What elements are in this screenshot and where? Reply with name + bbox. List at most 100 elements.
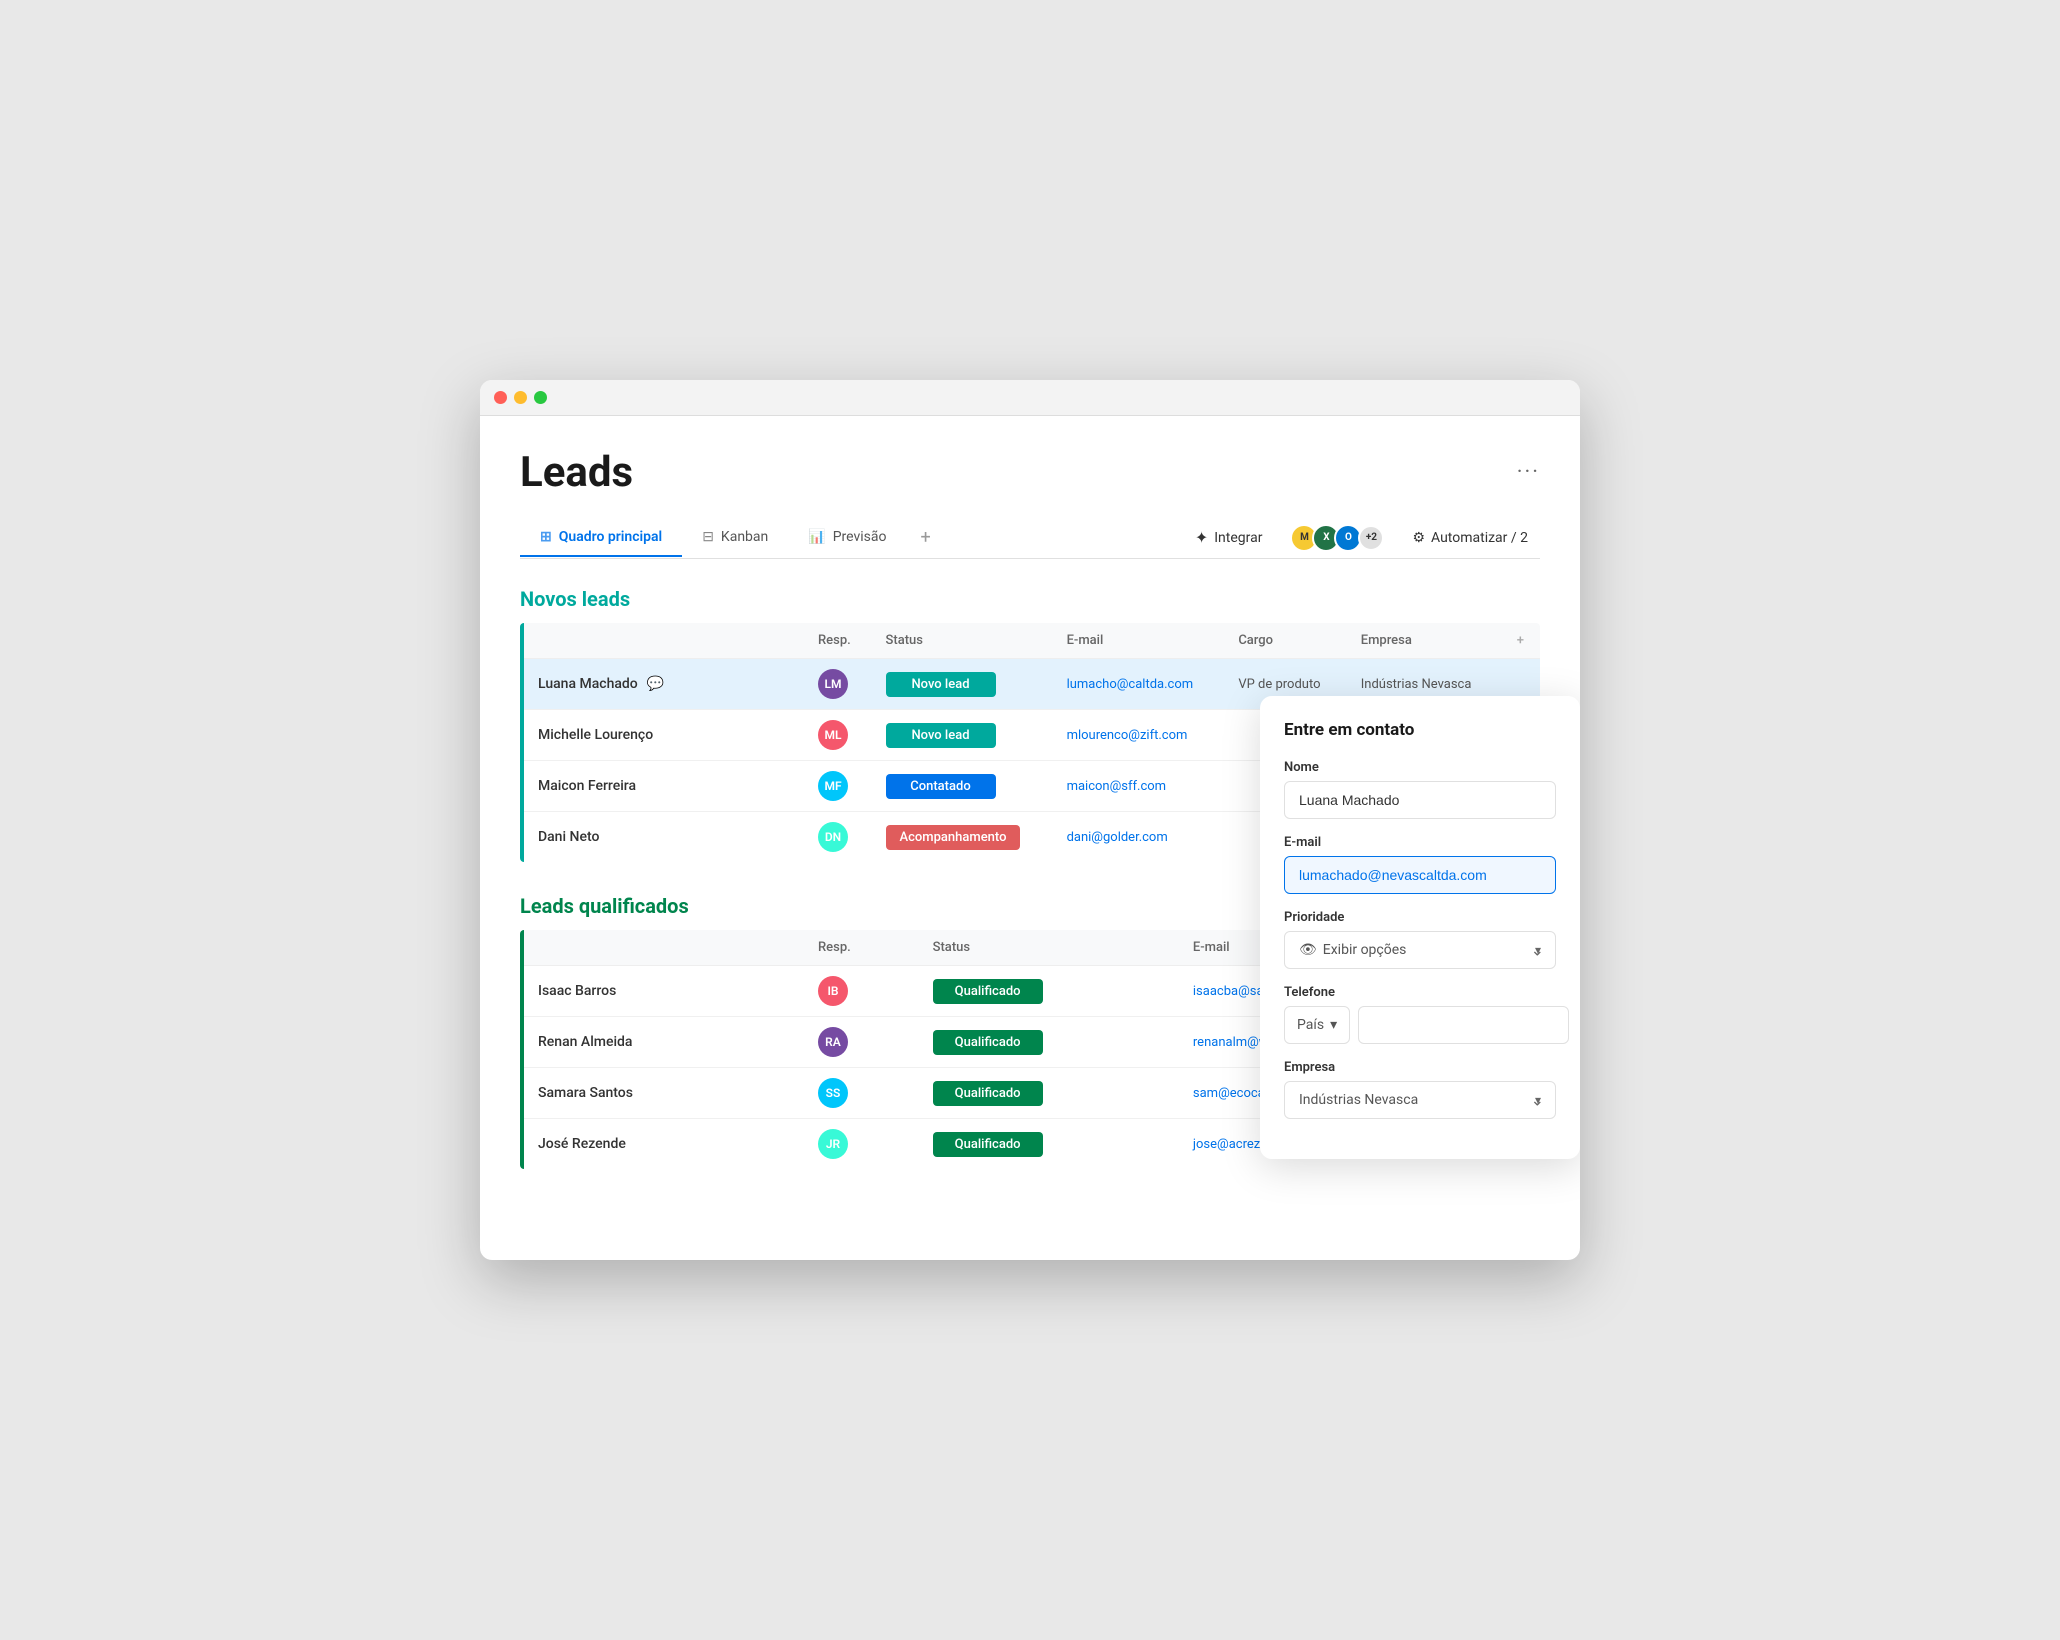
integrate-button[interactable]: ✦ Integrar <box>1183 522 1275 553</box>
cell-resp: SS <box>804 1068 919 1119</box>
tab-quadro-principal[interactable]: ⊞ Quadro principal <box>520 519 682 557</box>
resp-avatar: LM <box>818 669 848 699</box>
minimize-button[interactable] <box>514 391 527 404</box>
email-input[interactable] <box>1284 856 1556 894</box>
cell-email: mlourenco@zift.com <box>1053 710 1225 761</box>
status-badge: Contatado <box>886 774 996 799</box>
nome-label: Nome <box>1284 760 1556 775</box>
cell-resp: ML <box>804 710 872 761</box>
add-tab-button[interactable]: + <box>907 517 945 558</box>
prioridade-select[interactable]: 👁 Exibir opções ▾ <box>1284 931 1556 969</box>
cell-resp: DN <box>804 812 872 863</box>
cell-name: José Rezende <box>524 1119 804 1170</box>
empresa-field-group: Empresa Indústrias Nevasca ▾ <box>1284 1060 1556 1119</box>
status-badge: Qualificado <box>933 979 1043 1004</box>
chevron-down-icon: ▾ <box>1535 943 1541 957</box>
kanban-icon: ⊟ <box>702 529 714 545</box>
cell-status: Qualificado <box>919 1068 1179 1119</box>
traffic-lights <box>494 391 547 404</box>
cell-name: Renan Almeida <box>524 1017 804 1068</box>
empresa-select[interactable]: Indústrias Nevasca ▾ <box>1284 1081 1556 1119</box>
cell-email: maicon@sff.com <box>1053 761 1225 812</box>
cell-email: lumacho@caltda.com <box>1053 659 1225 710</box>
cell-resp: MF <box>804 761 872 812</box>
cell-name: Dani Neto <box>524 812 804 863</box>
resp-avatar: SS <box>818 1078 848 1108</box>
col-add-header[interactable]: + <box>1501 623 1540 659</box>
automate-icon: ⚙ <box>1412 530 1425 546</box>
empresa-label: Empresa <box>1284 1060 1556 1075</box>
tab-right-actions: ✦ Integrar M X O +2 ⚙ Automatizar / 2 <box>1183 522 1540 553</box>
col-resp-header: Resp. <box>804 623 872 659</box>
status-badge: Acompanhamento <box>886 825 1021 850</box>
cell-name: Samara Santos <box>524 1068 804 1119</box>
novos-leads-header: Resp. Status E-mail Cargo Empresa + <box>524 623 1540 659</box>
phone-row: País ▾ <box>1284 1006 1556 1044</box>
table-icon: ⊞ <box>540 529 552 545</box>
email-link[interactable]: dani@golder.com <box>1067 830 1168 845</box>
cell-status: Qualificado <box>919 1017 1179 1068</box>
status-badge: Qualificado <box>933 1132 1043 1157</box>
avatar-count: +2 <box>1358 525 1384 551</box>
cell-status: Qualificado <box>919 1119 1179 1170</box>
main-content: Leads ··· ⊞ Quadro principal ⊟ Kanban 📊 … <box>480 416 1580 1241</box>
phone-number-input[interactable] <box>1358 1006 1569 1044</box>
prioridade-select-wrapper: 👁 Exibir opções ▾ <box>1284 931 1556 969</box>
cell-resp: JR <box>804 1119 919 1170</box>
eye-icon: 👁 <box>1299 942 1317 958</box>
telefone-field-group: Telefone País ▾ <box>1284 985 1556 1044</box>
prioridade-label: Prioridade <box>1284 910 1556 925</box>
integration-avatars: M X O +2 <box>1290 524 1384 552</box>
nome-input[interactable] <box>1284 781 1556 819</box>
prioridade-placeholder: Exibir opções <box>1323 942 1407 958</box>
col-name-header <box>524 623 804 659</box>
col-email-header: E-mail <box>1053 623 1225 659</box>
telefone-label: Telefone <box>1284 985 1556 1000</box>
country-selector[interactable]: País ▾ <box>1284 1006 1350 1044</box>
app-window: Leads ··· ⊞ Quadro principal ⊟ Kanban 📊 … <box>480 380 1580 1260</box>
empresa-value: Indústrias Nevasca <box>1299 1092 1418 1108</box>
cell-status: Qualificado <box>919 966 1179 1017</box>
cell-resp: IB <box>804 966 919 1017</box>
panel-title: Entre em contato <box>1284 720 1556 740</box>
tab-kanban[interactable]: ⊟ Kanban <box>682 519 788 557</box>
col-status-header: Status <box>872 623 1053 659</box>
titlebar <box>480 380 1580 416</box>
page-header: Leads ··· <box>520 448 1540 497</box>
ql-col-name-header <box>524 930 804 966</box>
email-label: E-mail <box>1284 835 1556 850</box>
automate-button[interactable]: ⚙ Automatizar / 2 <box>1400 524 1540 552</box>
email-link[interactable]: lumacho@caltda.com <box>1067 677 1194 692</box>
integrate-icon: ✦ <box>1195 528 1208 547</box>
status-badge: Novo lead <box>886 723 996 748</box>
contact-side-panel: Entre em contato Nome E-mail Prioridade … <box>1260 696 1580 1159</box>
cell-name: Michelle Lourenço <box>524 710 804 761</box>
resp-avatar: MF <box>818 771 848 801</box>
tab-previsao[interactable]: 📊 Previsão <box>788 519 906 557</box>
cell-status: Acompanhamento <box>872 812 1053 863</box>
more-menu-button[interactable]: ··· <box>1517 460 1540 485</box>
status-badge: Qualificado <box>933 1030 1043 1055</box>
status-badge: Novo lead <box>886 672 996 697</box>
chat-icon[interactable]: 💬 <box>641 670 669 698</box>
cell-resp: RA <box>804 1017 919 1068</box>
maximize-button[interactable] <box>534 391 547 404</box>
email-link[interactable]: mlourenco@zift.com <box>1067 728 1188 743</box>
resp-avatar: DN <box>818 822 848 852</box>
email-field-group: E-mail <box>1284 835 1556 894</box>
cell-email: dani@golder.com <box>1053 812 1225 863</box>
cell-name: Luana Machado 💬 <box>524 659 804 710</box>
email-link[interactable]: maicon@sff.com <box>1067 779 1167 794</box>
close-button[interactable] <box>494 391 507 404</box>
col-cargo-header: Cargo <box>1224 623 1346 659</box>
empresa-chevron-icon: ▾ <box>1535 1093 1541 1107</box>
prioridade-field-group: Prioridade 👁 Exibir opções ▾ <box>1284 910 1556 969</box>
country-label: País <box>1297 1017 1324 1033</box>
cell-status: Novo lead <box>872 710 1053 761</box>
status-badge: Qualificado <box>933 1081 1043 1106</box>
cell-name: Maicon Ferreira <box>524 761 804 812</box>
page-title: Leads <box>520 448 633 497</box>
resp-avatar: RA <box>818 1027 848 1057</box>
country-chevron-icon: ▾ <box>1330 1017 1337 1033</box>
ql-col-status-header: Status <box>919 930 1179 966</box>
